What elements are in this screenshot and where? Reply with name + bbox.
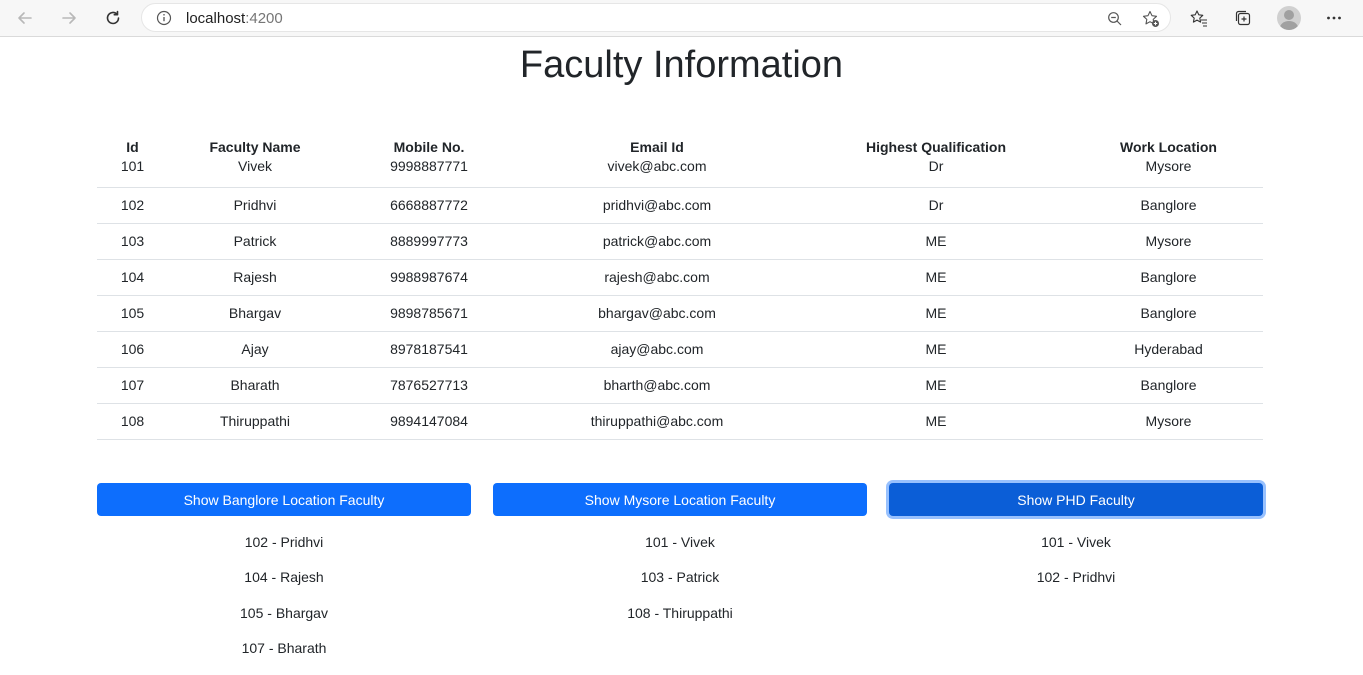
cell-mobile: 7876527713 <box>342 367 516 404</box>
phd-faculty-list: 101 - Vivek 102 - Pridhvi <box>889 533 1263 604</box>
cell-email: bhargav@abc.com <box>516 295 798 332</box>
cell-email: patrick@abc.com <box>516 223 798 260</box>
header-email: Email Id <box>630 139 684 155</box>
cell-email: ajay@abc.com <box>516 331 798 368</box>
header-qualification: Highest Qualification <box>865 139 1006 155</box>
info-icon[interactable] <box>156 10 172 31</box>
cell-mobile: 8889997773 <box>342 223 516 260</box>
show-banglore-faculty-button[interactable]: Show Banglore Location Faculty <box>97 483 471 516</box>
cell-email: thiruppathi@abc.com <box>516 403 798 440</box>
cell-name: Vivek <box>168 156 342 188</box>
cell-location: Mysore <box>1074 403 1263 440</box>
cell-name: Rajesh <box>168 259 342 296</box>
cell-qualification: ME <box>798 403 1074 440</box>
cell-id: 102 <box>97 187 168 224</box>
table-row: 107 Bharath 7876527713 bharth@abc.com ME… <box>97 367 1263 404</box>
list-item: 101 - Vivek <box>1041 534 1111 550</box>
cell-location: Banglore <box>1074 187 1263 224</box>
list-item: 102 - Pridhvi <box>1036 569 1116 586</box>
cell-mobile: 9988987674 <box>342 259 516 296</box>
header-id: Id <box>126 139 139 155</box>
forward-icon[interactable] <box>56 5 82 31</box>
browser-toolbar: localhost:4200 <box>0 0 1363 37</box>
cell-location: Hyderabad <box>1074 331 1263 368</box>
url-text: localhost:4200 <box>186 10 283 27</box>
cell-email: rajesh@abc.com <box>516 259 798 296</box>
cell-mobile: 9894147084 <box>342 403 516 440</box>
list-item: 107 - Bharath <box>241 640 327 657</box>
cell-id: 108 <box>97 403 168 440</box>
cell-id: 106 <box>97 331 168 368</box>
cell-location: Mysore <box>1074 156 1263 188</box>
cell-location: Banglore <box>1074 367 1263 404</box>
table-row: 108 Thiruppathi 9894147084 thiruppathi@a… <box>97 403 1263 440</box>
list-item: 108 - Thiruppathi <box>627 604 733 621</box>
collections-icon[interactable] <box>1231 6 1255 30</box>
table-header-row: Id Faculty Name Mobile No. Email Id High… <box>97 126 1263 156</box>
header-faculty-name: Faculty Name <box>209 139 301 155</box>
list-item: 105 - Bhargav <box>240 604 328 621</box>
cell-location: Banglore <box>1074 259 1263 296</box>
faculty-table: Id Faculty Name Mobile No. Email Id High… <box>97 126 1263 440</box>
profile-avatar[interactable] <box>1277 6 1301 30</box>
show-mysore-faculty-button[interactable]: Show Mysore Location Faculty <box>493 483 867 516</box>
header-work-location: Work Location <box>1120 139 1217 155</box>
cell-qualification: ME <box>798 223 1074 260</box>
address-bar[interactable]: localhost:4200 <box>141 3 1171 32</box>
cell-qualification: ME <box>798 331 1074 368</box>
favorites-icon[interactable] <box>1187 6 1211 30</box>
cell-name: Patrick <box>168 223 342 260</box>
cell-location: Banglore <box>1074 295 1263 332</box>
mysore-faculty-list: 101 - Vivek 103 - Patrick 108 - Thiruppa… <box>493 533 867 639</box>
back-icon[interactable] <box>12 5 38 31</box>
table-row: 103 Patrick 8889997773 patrick@abc.com M… <box>97 223 1263 260</box>
cell-name: Pridhvi <box>168 187 342 224</box>
cell-id: 105 <box>97 295 168 332</box>
cell-qualification: ME <box>798 367 1074 404</box>
table-row: 105 Bhargav 9898785671 bhargav@abc.com M… <box>97 295 1263 332</box>
zoom-icon[interactable] <box>1105 9 1125 29</box>
table-row: 106 Ajay 8978187541 ajay@abc.com ME Hyde… <box>97 331 1263 368</box>
cell-id: 103 <box>97 223 168 260</box>
cell-qualification: Dr <box>798 156 1074 188</box>
table-row: 104 Rajesh 9988987674 rajesh@abc.com ME … <box>97 259 1263 296</box>
cell-mobile: 9998887771 <box>342 156 516 188</box>
header-mobile: Mobile No. <box>393 139 465 155</box>
url-host: localhost <box>186 10 246 27</box>
cell-id: 107 <box>97 367 168 404</box>
cell-id: 104 <box>97 259 168 296</box>
refresh-icon[interactable] <box>100 5 126 31</box>
cell-name: Thiruppathi <box>168 403 342 440</box>
add-favorite-icon[interactable] <box>1141 9 1161 29</box>
banglore-faculty-list: 102 - Pridhvi 104 - Rajesh 105 - Bhargav… <box>97 533 471 675</box>
cell-qualification: ME <box>798 295 1074 332</box>
cell-email: pridhvi@abc.com <box>516 187 798 224</box>
list-item: 102 - Pridhvi <box>244 534 324 550</box>
table-row: 101 Vivek 9998887771 vivek@abc.com Dr My… <box>97 156 1263 188</box>
cell-qualification: ME <box>798 259 1074 296</box>
more-icon[interactable] <box>1322 6 1346 30</box>
cell-name: Bharath <box>168 367 342 404</box>
page-title: Faculty Information <box>519 44 844 86</box>
table-row: 102 Pridhvi 6668887772 pridhvi@abc.com D… <box>97 187 1263 224</box>
cell-email: vivek@abc.com <box>516 156 798 188</box>
list-item: 104 - Rajesh <box>244 569 324 586</box>
cell-mobile: 8978187541 <box>342 331 516 368</box>
cell-name: Ajay <box>168 331 342 368</box>
cell-mobile: 9898785671 <box>342 295 516 332</box>
cell-id: 101 <box>97 156 168 188</box>
list-item: 103 - Patrick <box>640 569 720 586</box>
cell-mobile: 6668887772 <box>342 187 516 224</box>
url-port: :4200 <box>245 10 283 27</box>
show-phd-faculty-button[interactable]: Show PHD Faculty <box>889 483 1263 516</box>
cell-name: Bhargav <box>168 295 342 332</box>
cell-email: bharth@abc.com <box>516 367 798 404</box>
cell-location: Mysore <box>1074 223 1263 260</box>
cell-qualification: Dr <box>798 187 1074 224</box>
list-item: 101 - Vivek <box>645 534 715 550</box>
